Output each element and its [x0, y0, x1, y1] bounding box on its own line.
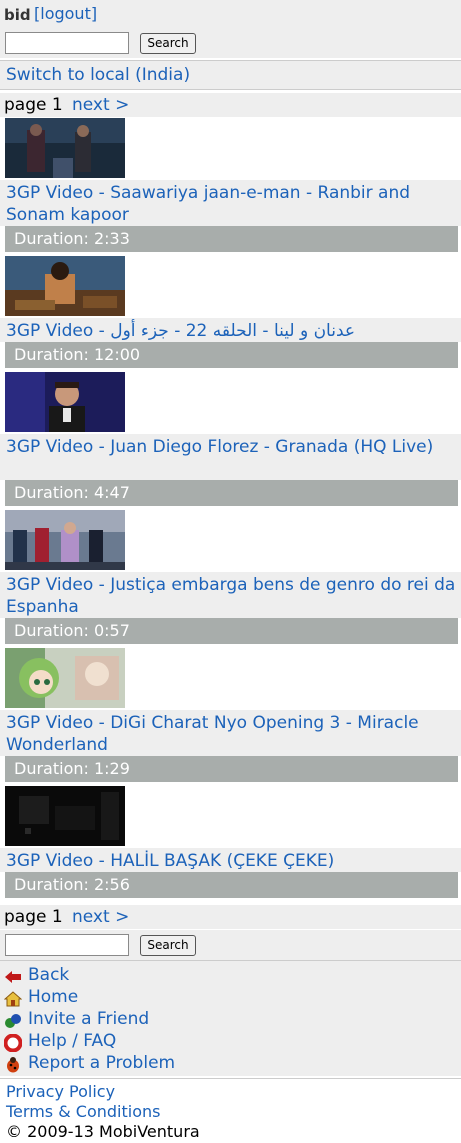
nav-item-label: Invite a Friend — [28, 1009, 150, 1029]
invite-friend-icon — [5, 1014, 21, 1028]
search-input[interactable] — [5, 32, 129, 54]
page-indicator: page 1 — [4, 907, 63, 927]
footer: Privacy Policy Terms & Conditions © 2009… — [0, 1078, 461, 1143]
video-duration: Duration: 1:29 — [5, 756, 458, 782]
pager-bottom: page 1 next > — [0, 905, 461, 929]
nav-menu: Back Home Invite a Friend Help / FAQ Rep… — [0, 960, 461, 1076]
search-input[interactable] — [5, 934, 129, 956]
top-bar: bid [logout] — [0, 0, 461, 28]
video-title[interactable]: 3GP Video - عدنان و لينا - الحلقه 22 - ج… — [0, 318, 461, 342]
nav-item-label: Back — [28, 965, 70, 985]
search-bar-bottom: Search — [0, 930, 461, 960]
nav-item-label: Home — [28, 987, 79, 1007]
switch-local-link[interactable]: Switch to local (India) — [6, 65, 190, 85]
help-icon — [4, 1034, 22, 1052]
video-title[interactable]: 3GP Video - DiGi Charat Nyo Opening 3 - … — [0, 710, 461, 756]
video-duration: Duration: 12:00 — [5, 342, 458, 368]
video-thumbnail[interactable] — [5, 510, 125, 570]
terms-link[interactable]: Terms & Conditions — [6, 1102, 160, 1121]
page-indicator: page 1 — [4, 95, 63, 115]
video-duration: Duration: 2:33 — [5, 226, 458, 252]
pager-top: page 1 next > — [0, 93, 461, 117]
next-page-link[interactable]: next > — [72, 907, 129, 927]
logout-link[interactable]: [logout] — [34, 4, 97, 23]
search-button[interactable]: Search — [140, 33, 196, 54]
svg-text:bid: bid — [4, 6, 30, 22]
copyright-text: © 2009-13 MobiVentura — [6, 1122, 200, 1141]
nav-item-label: Help / FAQ — [28, 1031, 117, 1051]
video-thumbnail[interactable] — [5, 372, 125, 432]
privacy-policy-link[interactable]: Privacy Policy — [6, 1082, 115, 1101]
search-bar-top: Search — [0, 28, 461, 58]
video-thumbnail[interactable] — [5, 786, 125, 846]
video-title[interactable]: 3GP Video - Saawariya jaan-e-man - Ranbi… — [0, 180, 461, 226]
video-duration: Duration: 0:57 — [5, 618, 458, 644]
video-thumbnail[interactable] — [5, 118, 125, 178]
video-title[interactable]: 3GP Video - HALİL BAŞAK (ÇEKE ÇEKE) — [0, 848, 461, 872]
video-thumbnail[interactable] — [5, 648, 125, 708]
bid-logo: bid — [4, 6, 30, 22]
next-page-link[interactable]: next > — [72, 95, 129, 115]
video-duration: Duration: 4:47 — [5, 480, 458, 506]
switch-region-bar: Switch to local (India) — [0, 60, 461, 90]
home-icon — [4, 991, 22, 1007]
bug-icon — [7, 1057, 19, 1073]
video-thumbnail[interactable] — [5, 256, 125, 316]
back-arrow-icon — [5, 971, 21, 983]
video-title[interactable]: 3GP Video - Justiça embarga bens de genr… — [0, 572, 461, 618]
search-button[interactable]: Search — [140, 935, 196, 956]
video-duration: Duration: 2:56 — [5, 872, 458, 898]
video-title[interactable]: 3GP Video - Juan Diego Florez - Granada … — [0, 434, 461, 480]
nav-item-label: Report a Problem — [28, 1053, 176, 1073]
